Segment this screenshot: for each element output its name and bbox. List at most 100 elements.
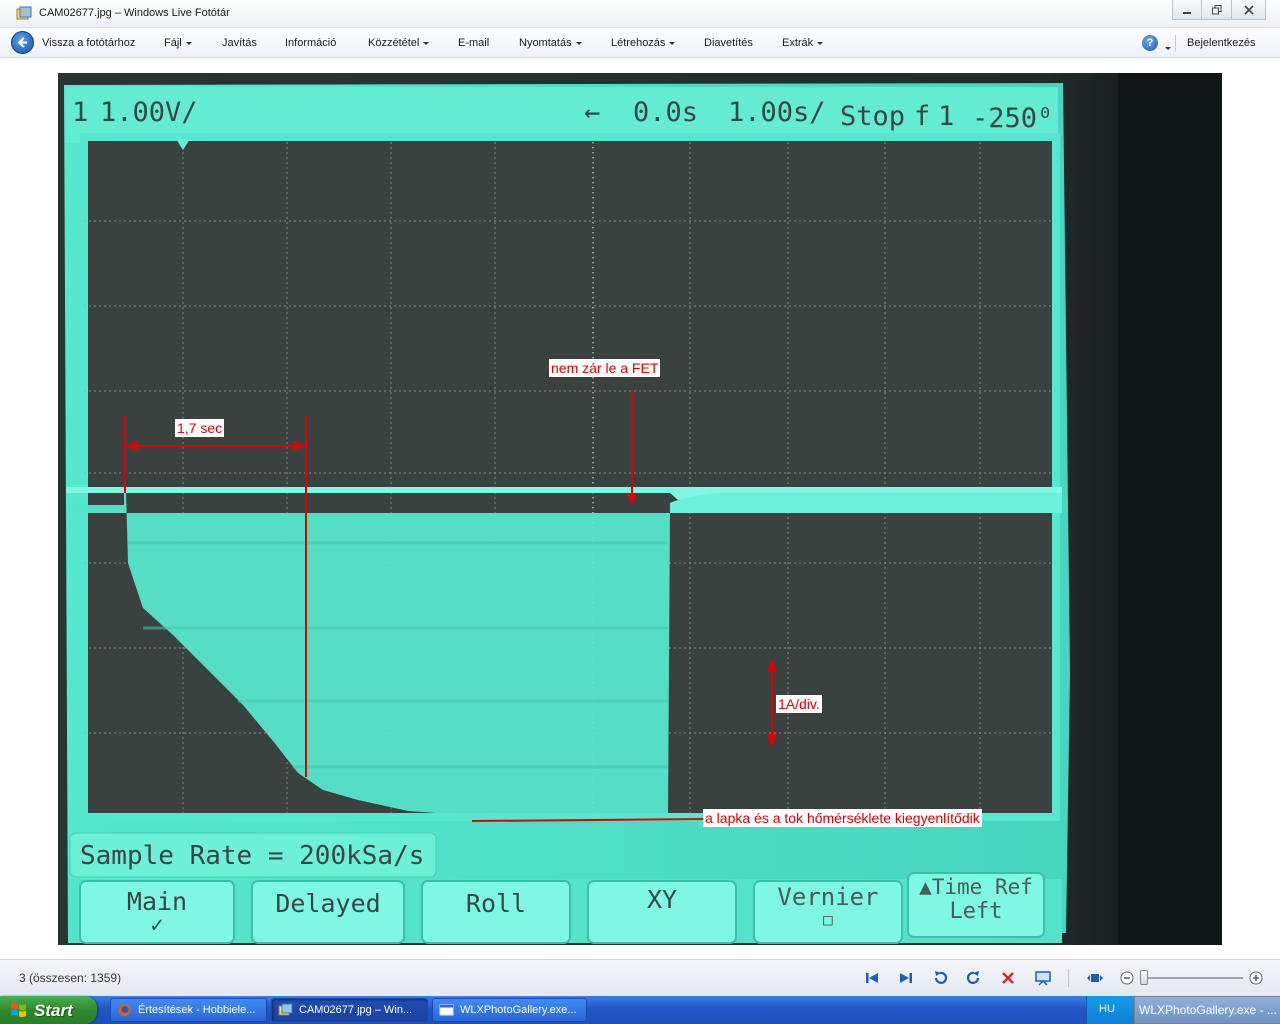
- start-button[interactable]: Start: [0, 996, 97, 1024]
- oscilloscope-photo[interactable]: 1 1.00V/ ← 0.0s 1.00s/ Stop f 1 -250⁰ Sa…: [58, 73, 1222, 945]
- start-label: Start: [34, 1001, 73, 1020]
- softkey-delayed[interactable]: Delayed: [252, 881, 404, 943]
- chevron-down-icon: [669, 41, 676, 45]
- menu-email[interactable]: E-mail: [458, 37, 489, 49]
- next-icon: [900, 973, 912, 983]
- softkey-main[interactable]: Main ✓: [80, 881, 234, 943]
- chevron-down-icon: [817, 41, 824, 45]
- minimize-icon: [1183, 11, 1191, 14]
- rotate-right-icon: [966, 971, 980, 984]
- softkey-label: Roll: [465, 889, 527, 918]
- task-label: Értesítések - Hobbiele...: [138, 1004, 256, 1016]
- menu-file[interactable]: Fájl: [164, 37, 192, 49]
- first-icon: [866, 973, 878, 983]
- next-button[interactable]: [896, 968, 916, 988]
- previous-button[interactable]: [862, 968, 882, 988]
- task-wlx-process[interactable]: WLXPhotoGallery.exe...: [432, 998, 587, 1022]
- softkey-roll[interactable]: Roll: [422, 881, 570, 943]
- back-arrow-icon: [17, 37, 27, 48]
- volts-per-div: 1.00V/: [100, 97, 198, 128]
- menu-label: Extrák: [782, 37, 814, 49]
- annotation-fet: nem zár le a FET: [549, 359, 661, 377]
- task-photo-gallery[interactable]: CAM02677.jpg – Win...: [271, 998, 428, 1022]
- annotation-temperature: a lapka és a tok hőmérséklete kiegyenlít…: [703, 809, 982, 827]
- zoom-slider-track[interactable]: [1141, 977, 1243, 979]
- delete-button[interactable]: [998, 968, 1018, 988]
- menu-extras[interactable]: Extrák: [782, 37, 824, 49]
- softkey-sublabel: Left: [949, 899, 1003, 924]
- trigger-slope: f: [914, 101, 931, 132]
- delay-arrow: ←: [584, 97, 601, 128]
- title-bar: CAM02677.jpg – Windows Live Fotótár: [0, 0, 1280, 28]
- softkey-vernier[interactable]: Vernier □: [754, 881, 902, 943]
- photo-viewer: 1 1.00V/ ← 0.0s 1.00s/ Stop f 1 -250⁰ Sa…: [0, 59, 1280, 959]
- softkey-xy[interactable]: XY: [588, 881, 736, 943]
- sign-in-link[interactable]: Bejelentkezés: [1187, 37, 1256, 49]
- chevron-down-icon: [423, 41, 430, 45]
- trigger-level: -250⁰: [972, 103, 1054, 134]
- menu-label: Létrehozás: [611, 37, 666, 49]
- firefox-icon: [118, 1004, 131, 1016]
- zoom-out-button[interactable]: [1117, 968, 1137, 988]
- close-icon: [1243, 4, 1254, 15]
- zoom-out-icon: [1120, 971, 1134, 985]
- command-bar: Vissza a fotótárhoz Fájl Javítás Informá…: [0, 28, 1280, 58]
- taskbar: Start Értesítések - Hobbiele... CAM02677…: [0, 996, 1280, 1024]
- minimize-button[interactable]: [1172, 0, 1202, 20]
- task-label: WLXPhotoGallery.exe...: [460, 1004, 577, 1016]
- back-to-gallery-link[interactable]: Vissza a fotótárhoz: [42, 37, 135, 49]
- softkey-label: ▲Time Ref: [919, 875, 1033, 899]
- softkey-time-ref[interactable]: ▲Time Ref Left: [908, 873, 1044, 937]
- menu-info[interactable]: Információ: [285, 37, 336, 49]
- menu-slideshow[interactable]: Diavetítés: [704, 37, 753, 49]
- menu-create[interactable]: Létrehozás: [611, 37, 676, 49]
- tray-tooltip: WLXPhotoGallery.exe - ...: [1134, 996, 1280, 1024]
- rotate-left-icon: [934, 971, 948, 984]
- waveform-recovery: [670, 493, 1062, 513]
- task-label: CAM02677.jpg – Win...: [299, 1004, 413, 1016]
- language-indicator[interactable]: HU: [1099, 1003, 1115, 1015]
- window-title: CAM02677.jpg – Windows Live Fotótár: [39, 7, 230, 19]
- task-firefox[interactable]: Értesítések - Hobbiele...: [110, 998, 267, 1022]
- channel-label: 1: [72, 97, 89, 128]
- sample-rate-text: Sample Rate = 200kSa/s: [80, 841, 425, 871]
- menu-print[interactable]: Nyomtatás: [519, 37, 582, 49]
- status-divider: [1068, 969, 1069, 987]
- annotation-duration: 1,7 sec: [175, 419, 225, 437]
- slideshow-button[interactable]: [1033, 968, 1053, 988]
- slideshow-icon: [1035, 971, 1051, 986]
- zoom-in-icon: [1249, 971, 1263, 985]
- help-icon[interactable]: ?: [1142, 35, 1158, 51]
- softkey-label: Delayed: [275, 889, 381, 918]
- restore-icon: [1211, 4, 1221, 14]
- run-mode: Stop: [840, 101, 906, 132]
- help-menu-button[interactable]: [1161, 42, 1171, 54]
- photo-gallery-icon: [16, 6, 32, 20]
- windows-logo-icon: [11, 1003, 26, 1018]
- rotate-left-button[interactable]: [930, 968, 950, 988]
- scope-status-line: 1 1.00V/ ← 0.0s 1.00s/ Stop f 1 -250⁰: [58, 73, 1222, 153]
- menu-publish[interactable]: Közzététel: [368, 37, 430, 49]
- menu-label: Nyomtatás: [519, 37, 572, 49]
- delay-value: 0.0s: [633, 97, 699, 128]
- zoom-slider-thumb[interactable]: [1140, 970, 1148, 985]
- window-icon: [439, 1004, 454, 1016]
- actual-size-button[interactable]: [1085, 968, 1105, 988]
- softkey-label: Vernier: [777, 883, 879, 911]
- menu-fix[interactable]: Javítás: [222, 37, 257, 49]
- status-bar: 3 (összesen: 1359): [0, 959, 1280, 996]
- zoom-in-button[interactable]: [1246, 968, 1266, 988]
- close-button[interactable]: [1232, 0, 1266, 20]
- menu-label: Fájl: [164, 37, 182, 49]
- back-button[interactable]: [11, 31, 34, 54]
- photo-canvas: [58, 73, 1222, 945]
- rotate-right-button[interactable]: [964, 968, 984, 988]
- system-tray: HU WLXPhotoGallery.exe - ...: [1086, 996, 1280, 1024]
- chevron-down-icon: [575, 41, 582, 45]
- maximize-button[interactable]: [1202, 0, 1232, 20]
- softkey-label: Main: [126, 887, 188, 916]
- annotation-scale: 1A/div.: [776, 695, 822, 713]
- toolbar-divider: [1175, 35, 1176, 52]
- time-per-div: 1.00s/: [728, 97, 826, 128]
- menu-label: Közzététel: [368, 37, 420, 49]
